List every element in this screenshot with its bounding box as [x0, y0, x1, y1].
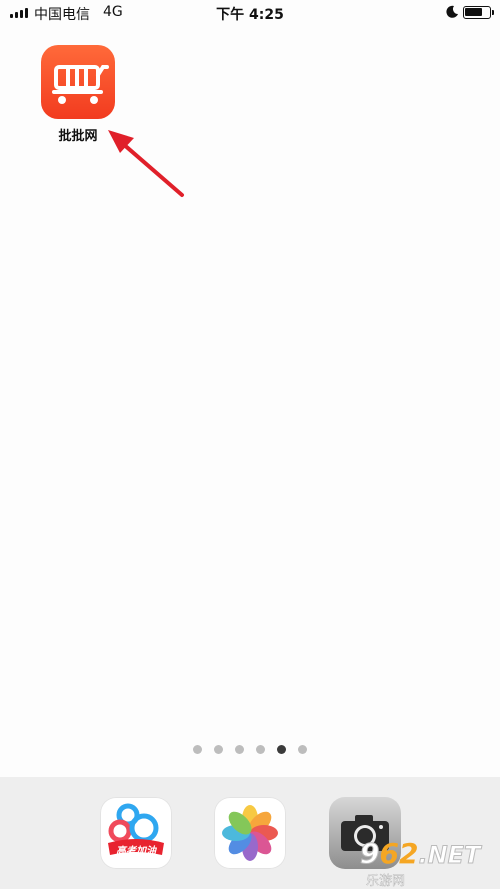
- watermark-main: 62: [379, 837, 419, 870]
- dock-app-gaokao[interactable]: 高考加油: [100, 797, 172, 869]
- page-dot-active: [277, 745, 286, 754]
- watermark-logo: 962.NET 乐游网: [359, 837, 500, 889]
- page-dot: [235, 745, 244, 754]
- page-dot: [256, 745, 265, 754]
- battery-icon: [463, 6, 494, 19]
- moon-icon: [446, 5, 458, 18]
- dock-app-photos[interactable]: [214, 797, 286, 869]
- page-dot: [193, 745, 202, 754]
- app-pipiwang[interactable]: 批批网: [41, 45, 115, 144]
- photos-flower-icon: [222, 805, 278, 861]
- watermark-subtitle: 乐游网: [366, 874, 406, 889]
- watermark-suffix: .NET: [418, 841, 481, 870]
- page-indicator[interactable]: [0, 745, 500, 754]
- shopping-cart-icon: [41, 45, 115, 119]
- app-label: 批批网: [58, 129, 98, 144]
- gaokao-badge-text: 高考加油: [116, 846, 156, 857]
- status-time: 下午 4:25: [216, 7, 284, 23]
- watermark-prefix: 9: [359, 837, 380, 870]
- page-dot: [298, 745, 307, 754]
- status-bar: 中国电信 4G 下午 4:25: [0, 0, 500, 26]
- page-dot: [214, 745, 223, 754]
- gaokao-cloud-icon: [108, 803, 164, 855]
